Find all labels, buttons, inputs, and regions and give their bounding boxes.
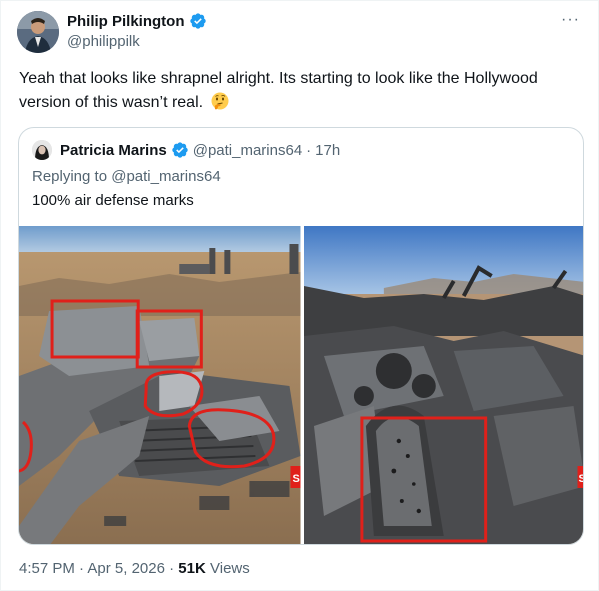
views-label: Views	[210, 560, 250, 577]
svg-text:S: S	[292, 473, 299, 485]
quoted-author-avatar[interactable]	[32, 140, 52, 160]
author-avatar[interactable]	[17, 11, 59, 53]
replying-to-line: Replying to @pati_marins64	[32, 168, 221, 185]
post-date[interactable]: Apr 5, 2026	[87, 560, 165, 577]
quoted-tweet-text: 100% air defense marks	[32, 192, 194, 209]
thinking-face-emoji-icon	[211, 92, 229, 110]
svg-text:S: S	[578, 473, 584, 485]
verified-badge-icon	[189, 12, 207, 30]
replying-prefix: Replying to	[32, 168, 108, 185]
more-options-icon[interactable]: ···	[561, 11, 580, 29]
tweet-footer: 4:57 PM · Apr 5, 2026 · 51K Views	[19, 560, 250, 577]
quoted-verified-badge-icon	[171, 141, 189, 159]
replying-to-handle[interactable]: @pati_marins64	[111, 168, 220, 185]
meta-separator: ·	[306, 141, 312, 159]
post-time[interactable]: 4:57 PM	[19, 560, 75, 577]
tweet-text: Yeah that looks like shrapnel alright. I…	[19, 67, 579, 115]
wreckage-photo-left[interactable]: S	[19, 226, 301, 544]
footer-separator: ·	[169, 560, 175, 577]
media-grid: S	[19, 226, 584, 544]
wreckage-photo-right[interactable]: S	[303, 226, 584, 544]
author-handle[interactable]: @philippilk	[67, 33, 140, 50]
tweet-card: Philip Pilkington @philippilk ··· Yeah t…	[0, 0, 599, 591]
footer-separator: ·	[79, 560, 85, 577]
tweet-text-content: Yeah that looks like shrapnel alright. I…	[19, 70, 538, 111]
quoted-tweet-age[interactable]: 17h	[315, 142, 340, 159]
quoted-author-handle[interactable]: @pati_marins64	[193, 142, 302, 159]
quoted-author-row: Patricia Marins @pati_marins64 · 17h	[60, 141, 340, 159]
views-count[interactable]: 51K	[178, 560, 206, 577]
author-name-row: Philip Pilkington	[67, 12, 207, 30]
quoted-author-name[interactable]: Patricia Marins	[60, 142, 167, 159]
quoted-tweet[interactable]: Patricia Marins @pati_marins64 · 17h Rep…	[18, 127, 584, 545]
author-name[interactable]: Philip Pilkington	[67, 13, 185, 30]
